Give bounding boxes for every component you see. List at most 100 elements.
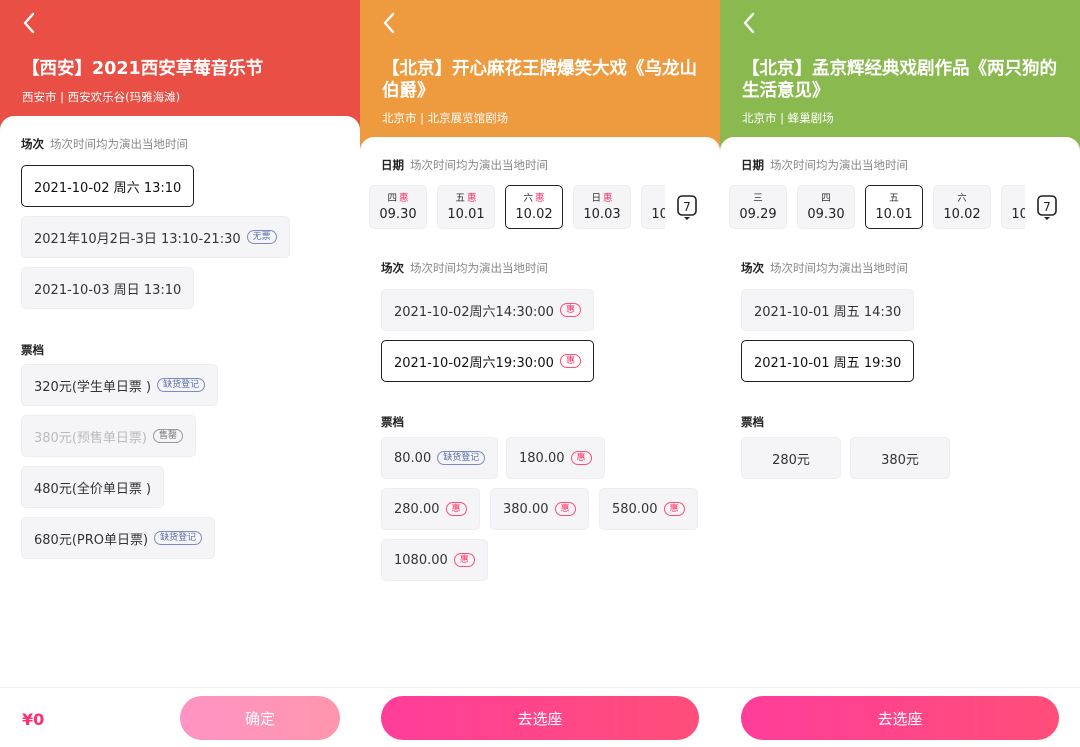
date-option[interactable]: 日 10.03 [1001,185,1025,229]
session-option-selected[interactable]: 2021-10-02周六19:30:00 惠 [381,340,594,382]
tier-option-label: 380.00 [503,501,549,517]
session-option-selected[interactable]: 2021-10-01 周五 19:30 [741,340,915,382]
date-label: 10.01 [447,207,485,222]
tier-option[interactable]: 280元 [741,437,841,479]
session-hint: 场次时间均为演出当地时间 [50,137,188,151]
weekday-label: 三 [753,193,763,204]
event-panel-beijing-two-dogs: 【北京】孟京辉经典戏剧作品《两只狗的生活意见》 北京市 | 蜂巢剧场 日期 场次… [720,0,1080,747]
session-option-label: 2021-10-02周六19:30:00 [394,355,554,371]
date-option-selected[interactable]: 五 10.01 [865,185,923,229]
date-option[interactable]: 一 10.04 [641,185,665,229]
discount-badge: 惠 [554,502,576,516]
date-label: 10.03 [583,207,621,222]
date-label: 09.30 [807,207,845,222]
tier-option[interactable]: 680元(PRO单日票) 缺货登记 [21,517,216,559]
discount-mark: 惠 [399,193,409,204]
discount-badge: 惠 [663,502,685,516]
selection-card: 日期 场次时间均为演出当地时间 四惠 09.30 五惠 10.01 六惠 10.… [360,137,720,747]
event-venue: 北京市 | 北京展览馆剧场 [382,111,509,125]
weekday-label: 六 [523,193,533,204]
tier-section-label: 票档 [381,415,404,429]
event-panel-xian: 【西安】2021西安草莓音乐节 西安市 | 西安欢乐谷(玛雅海滩) 场次 场次时… [0,0,360,747]
session-option-label: 2021-10-01 周五 14:30 [754,304,902,320]
back-button[interactable] [380,12,400,34]
tier-option[interactable]: 580.00 惠 [599,488,698,530]
event-venue: 西安市 | 西安欢乐谷(玛雅海滩) [22,90,181,104]
tier-section-label: 票档 [21,343,44,357]
choose-seat-button[interactable]: 去选座 [741,696,1059,740]
tier-section-label: 票档 [741,415,764,429]
tier-option[interactable]: 1080.00 惠 [381,539,488,581]
event-title: 【西安】2021西安草莓音乐节 [22,59,264,79]
calendar-button[interactable]: 7 [1036,193,1058,221]
event-title: 【北京】开心麻花王牌爆笑大戏《乌龙山伯爵》 [382,59,697,101]
tier-option[interactable]: 80.00 缺货登记 [381,437,499,479]
weekday-label: 四 [821,193,831,204]
no-ticket-badge: 无票 [246,230,277,244]
bottom-bar: 去选座 [360,687,720,747]
session-option-label: 2021年10月2日-3日 13:10-21:30 [34,231,241,247]
date-option[interactable]: 四 09.30 [797,185,855,229]
date-label: 09.29 [739,207,777,222]
calendar-button[interactable]: 7 [676,193,698,221]
date-option[interactable]: 六 10.02 [933,185,991,229]
tier-option-label: 180.00 [519,450,565,466]
date-label: 10.03 [1011,207,1025,222]
date-strip[interactable]: 四惠 09.30 五惠 10.01 六惠 10.02 日惠 10.03 一 10… [360,137,665,237]
date-option-selected[interactable]: 六惠 10.02 [505,185,563,229]
session-section-label: 场次 [381,261,404,275]
waitlist-badge: 缺货登记 [437,451,486,465]
selection-card: 场次 场次时间均为演出当地时间 2021-10-02 周六 13:10 2021… [0,116,360,747]
confirm-button[interactable]: 确定 [180,696,340,740]
date-option[interactable]: 日惠 10.03 [573,185,631,229]
discount-badge: 惠 [445,502,467,516]
session-option[interactable]: 2021-10-03 周日 13:10 [21,267,195,309]
back-button[interactable] [20,12,40,34]
tier-option[interactable]: 380.00 惠 [490,488,589,530]
tier-option[interactable]: 280.00 惠 [381,488,480,530]
date-strip[interactable]: 三 09.29 四 09.30 五 10.01 六 10.02 日 10.03 [720,137,1025,237]
tier-option-label: 280.00 [394,501,440,517]
session-option-label: 2021-10-02周六14:30:00 [394,304,554,320]
session-hint: 场次时间均为演出当地时间 [770,261,908,275]
tier-option[interactable]: 480元(全价单日票 ) [21,466,165,508]
total-price: ¥0 [22,710,45,729]
back-button[interactable] [740,12,760,34]
weekday-label: 六 [957,193,967,204]
calendar-icon: 7 [1037,195,1057,220]
tier-option: 380元(预售单日票) 售罄 [21,415,196,457]
date-label: 09.30 [379,207,417,222]
tier-option-label: 380元 [881,452,919,468]
session-option[interactable]: 2021年10月2日-3日 13:10-21:30 无票 [21,216,290,258]
date-label: 10.02 [943,207,981,222]
tier-option[interactable]: 180.00 惠 [506,437,605,479]
tier-option[interactable]: 380元 [850,437,950,479]
discount-mark: 惠 [467,193,477,204]
session-option[interactable]: 2021-10-01 周五 14:30 [741,289,915,331]
tier-option[interactable]: 320元(学生单日票 ) 缺货登记 [21,364,219,406]
tier-option-label: 580.00 [612,501,658,517]
tier-option-label: 80.00 [394,450,432,466]
sold-out-badge: 售罄 [152,429,183,443]
date-option[interactable]: 三 09.29 [729,185,787,229]
calendar-day: 7 [1043,200,1051,214]
session-option-label: 2021-10-03 周日 13:10 [34,282,182,298]
tier-option-label: 380元(预售单日票) [34,430,147,446]
event-title: 【北京】孟京辉经典戏剧作品《两只狗的生活意见》 [742,59,1057,101]
choose-seat-button[interactable]: 去选座 [381,696,699,740]
discount-badge: 惠 [559,354,581,368]
date-option[interactable]: 四惠 09.30 [369,185,427,229]
event-panel-beijing-wulongshan: 【北京】开心麻花王牌爆笑大戏《乌龙山伯爵》 北京市 | 北京展览馆剧场 日期 场… [360,0,720,747]
bottom-bar: 去选座 [720,687,1080,747]
calendar-icon: 7 [677,195,697,220]
calendar-day: 7 [683,200,691,214]
session-option[interactable]: 2021-10-02周六14:30:00 惠 [381,289,594,331]
date-option[interactable]: 五惠 10.01 [437,185,495,229]
event-venue: 北京市 | 蜂巢剧场 [742,111,834,125]
tier-option-label: 680元(PRO单日票) [34,532,149,548]
session-section-label: 场次 [741,261,764,275]
session-option[interactable]: 2021-10-02 周六 13:10 [21,165,195,207]
chevron-left-icon [23,12,35,34]
session-section-label: 场次 [21,137,44,151]
bottom-bar: ¥0 确定 [0,687,360,747]
